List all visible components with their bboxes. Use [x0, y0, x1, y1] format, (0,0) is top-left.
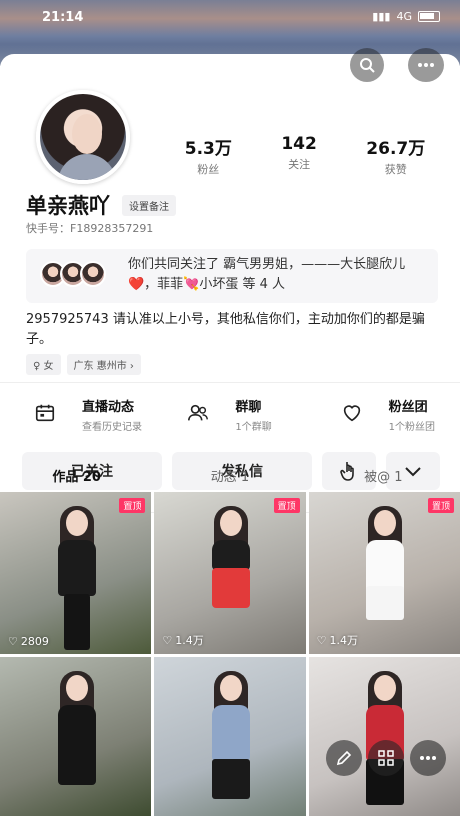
set-remark-button[interactable]: 设置备注 — [122, 194, 176, 216]
avatar-face — [72, 114, 102, 154]
feature-fanclub-subtitle: 1个粉丝团 — [388, 421, 436, 433]
status-time: 21:14 — [42, 10, 84, 25]
stat-following-label: 关注 — [288, 158, 311, 171]
feature-fan-club[interactable]: 粉丝团 1个粉丝团 — [307, 394, 460, 434]
fig-skirt — [211, 568, 250, 608]
network-label: 4G — [396, 10, 412, 23]
more-icon — [420, 756, 436, 760]
avatar[interactable] — [36, 90, 130, 184]
likes-value: 1.4万 — [175, 634, 204, 647]
more-button[interactable] — [408, 48, 444, 82]
more-floating-button[interactable] — [410, 740, 446, 776]
likes-value: 1.4万 — [329, 634, 359, 647]
likes-count: ♡ 2809 — [8, 635, 49, 648]
stat-likes-label: 获赞 — [384, 163, 407, 176]
work-item[interactable] — [0, 657, 152, 816]
stat-likes-value: 26.7万 — [366, 139, 426, 159]
stat-fans[interactable]: 5.3万 粉丝 — [185, 134, 232, 177]
group-chat-icon — [188, 404, 209, 421]
stat-following-value: 142 — [281, 134, 317, 154]
edit-button[interactable] — [326, 740, 362, 776]
feature-live-history[interactable]: 直播动态 查看历史记录 — [0, 394, 153, 434]
avatar-body — [58, 154, 116, 180]
heart-outline-icon: ♡ — [8, 635, 18, 648]
work-item[interactable]: 置顶 ♡ 2809 — [0, 492, 152, 654]
fig-head — [219, 510, 242, 536]
feature-fanclub-title: 粉丝团 — [388, 399, 428, 415]
more-icon — [418, 63, 434, 67]
fig-body — [57, 705, 96, 785]
feature-group-subtitle: 1个群聊 — [235, 421, 272, 433]
likes-count: ♡ 1.4万 — [162, 632, 203, 648]
stats-row: 5.3万 粉丝 142 关注 26.7万 获赞 — [160, 134, 450, 177]
profile-tags: ♀ 女 广东 惠州市 › — [26, 354, 141, 375]
edit-icon — [336, 750, 352, 766]
profile-name: 单亲燕吖 — [26, 194, 110, 218]
likes-count: ♡ 1.4万 — [317, 632, 358, 648]
fig-head — [65, 675, 88, 701]
mutual-avatars — [40, 261, 106, 287]
work-thumbnail — [48, 506, 104, 650]
work-thumbnail — [356, 506, 412, 650]
work-item[interactable]: 置顶 ♡ 1.4万 — [154, 492, 306, 654]
feature-group-chat[interactable]: 群聊 1个群聊 — [153, 394, 306, 434]
work-item[interactable] — [154, 657, 306, 816]
feature-row: 直播动态 查看历史记录 群聊 1个群聊 粉丝团 1个粉丝团 — [0, 394, 460, 434]
feature-group-text: 群聊 1个群聊 — [235, 396, 271, 433]
pinned-badge: 置顶 — [119, 498, 146, 513]
stat-fans-label: 粉丝 — [197, 163, 220, 176]
feature-live-text: 直播动态 查看历史记录 — [82, 396, 142, 433]
feature-live-subtitle: 查看历史记录 — [82, 421, 142, 433]
fig-body — [211, 540, 250, 570]
stat-fans-value: 5.3万 — [184, 139, 232, 159]
profile-bio: 2957925743 请认准以上小号，其他私信你们，主动加你们的都是骗子。 — [26, 312, 425, 347]
fig-head — [65, 510, 88, 536]
work-thumbnail — [202, 506, 258, 650]
divider — [0, 382, 460, 383]
fig-body — [211, 705, 250, 761]
user-id: 快手号：F18928357291 — [26, 222, 154, 235]
battery-icon — [418, 11, 440, 22]
mutual-follow-panel[interactable]: 你们共同关注了 霸气男男姐，———大长腿欣儿❤️，菲菲💘小坏蛋 等 4 人 — [26, 249, 438, 303]
fig-legs — [63, 594, 90, 650]
fig-skirt — [211, 759, 250, 799]
location-tag[interactable]: 广东 惠州市 › — [66, 354, 141, 375]
work-thumbnail — [202, 671, 258, 815]
likes-value: 2809 — [20, 635, 49, 648]
name-row: 单亲燕吖 设置备注 — [26, 190, 176, 220]
fig-body — [57, 540, 96, 596]
feature-live-title: 直播动态 — [82, 399, 135, 415]
work-item[interactable]: 置顶 ♡ 1.4万 — [308, 492, 460, 654]
grid-icon — [378, 750, 394, 766]
feature-group-title: 群聊 — [235, 399, 262, 415]
heart-icon — [343, 405, 360, 422]
heart-outline-icon: ♡ — [316, 633, 327, 647]
stat-following[interactable]: 142 关注 — [281, 134, 317, 177]
floating-actions — [326, 740, 446, 776]
stat-likes[interactable]: 26.7万 获赞 — [366, 134, 425, 177]
work-thumbnail — [48, 671, 104, 815]
calendar-icon — [35, 404, 55, 422]
pinned-badge: 置顶 — [427, 498, 454, 513]
work-item[interactable] — [308, 657, 460, 816]
grid-button[interactable] — [368, 740, 404, 776]
status-indicators: ▮▮▮ 4G — [372, 10, 440, 23]
search-button[interactable] — [350, 48, 384, 82]
mutual-avatar — [80, 261, 106, 287]
signal-icon: ▮▮▮ — [372, 10, 391, 23]
fig-skirt — [366, 586, 405, 620]
mutual-follow-text: 你们共同关注了 霸气男男姐，———大长腿欣儿❤️，菲菲💘小坏蛋 等 4 人 — [128, 257, 406, 292]
fig-head — [219, 675, 242, 701]
gender-tag: ♀ 女 — [26, 354, 61, 375]
status-bar: 21:14 ▮▮▮ 4G — [0, 8, 460, 28]
profile-page: 21:14 ▮▮▮ 4G 5.3万 粉丝 142 关注 26.7万 获赞 单亲燕… — [0, 0, 460, 816]
heart-outline-icon: ♡ — [162, 633, 173, 647]
feature-fanclub-text: 粉丝团 1个粉丝团 — [389, 396, 435, 433]
search-icon — [360, 58, 375, 73]
pinned-badge: 置顶 — [273, 498, 300, 513]
